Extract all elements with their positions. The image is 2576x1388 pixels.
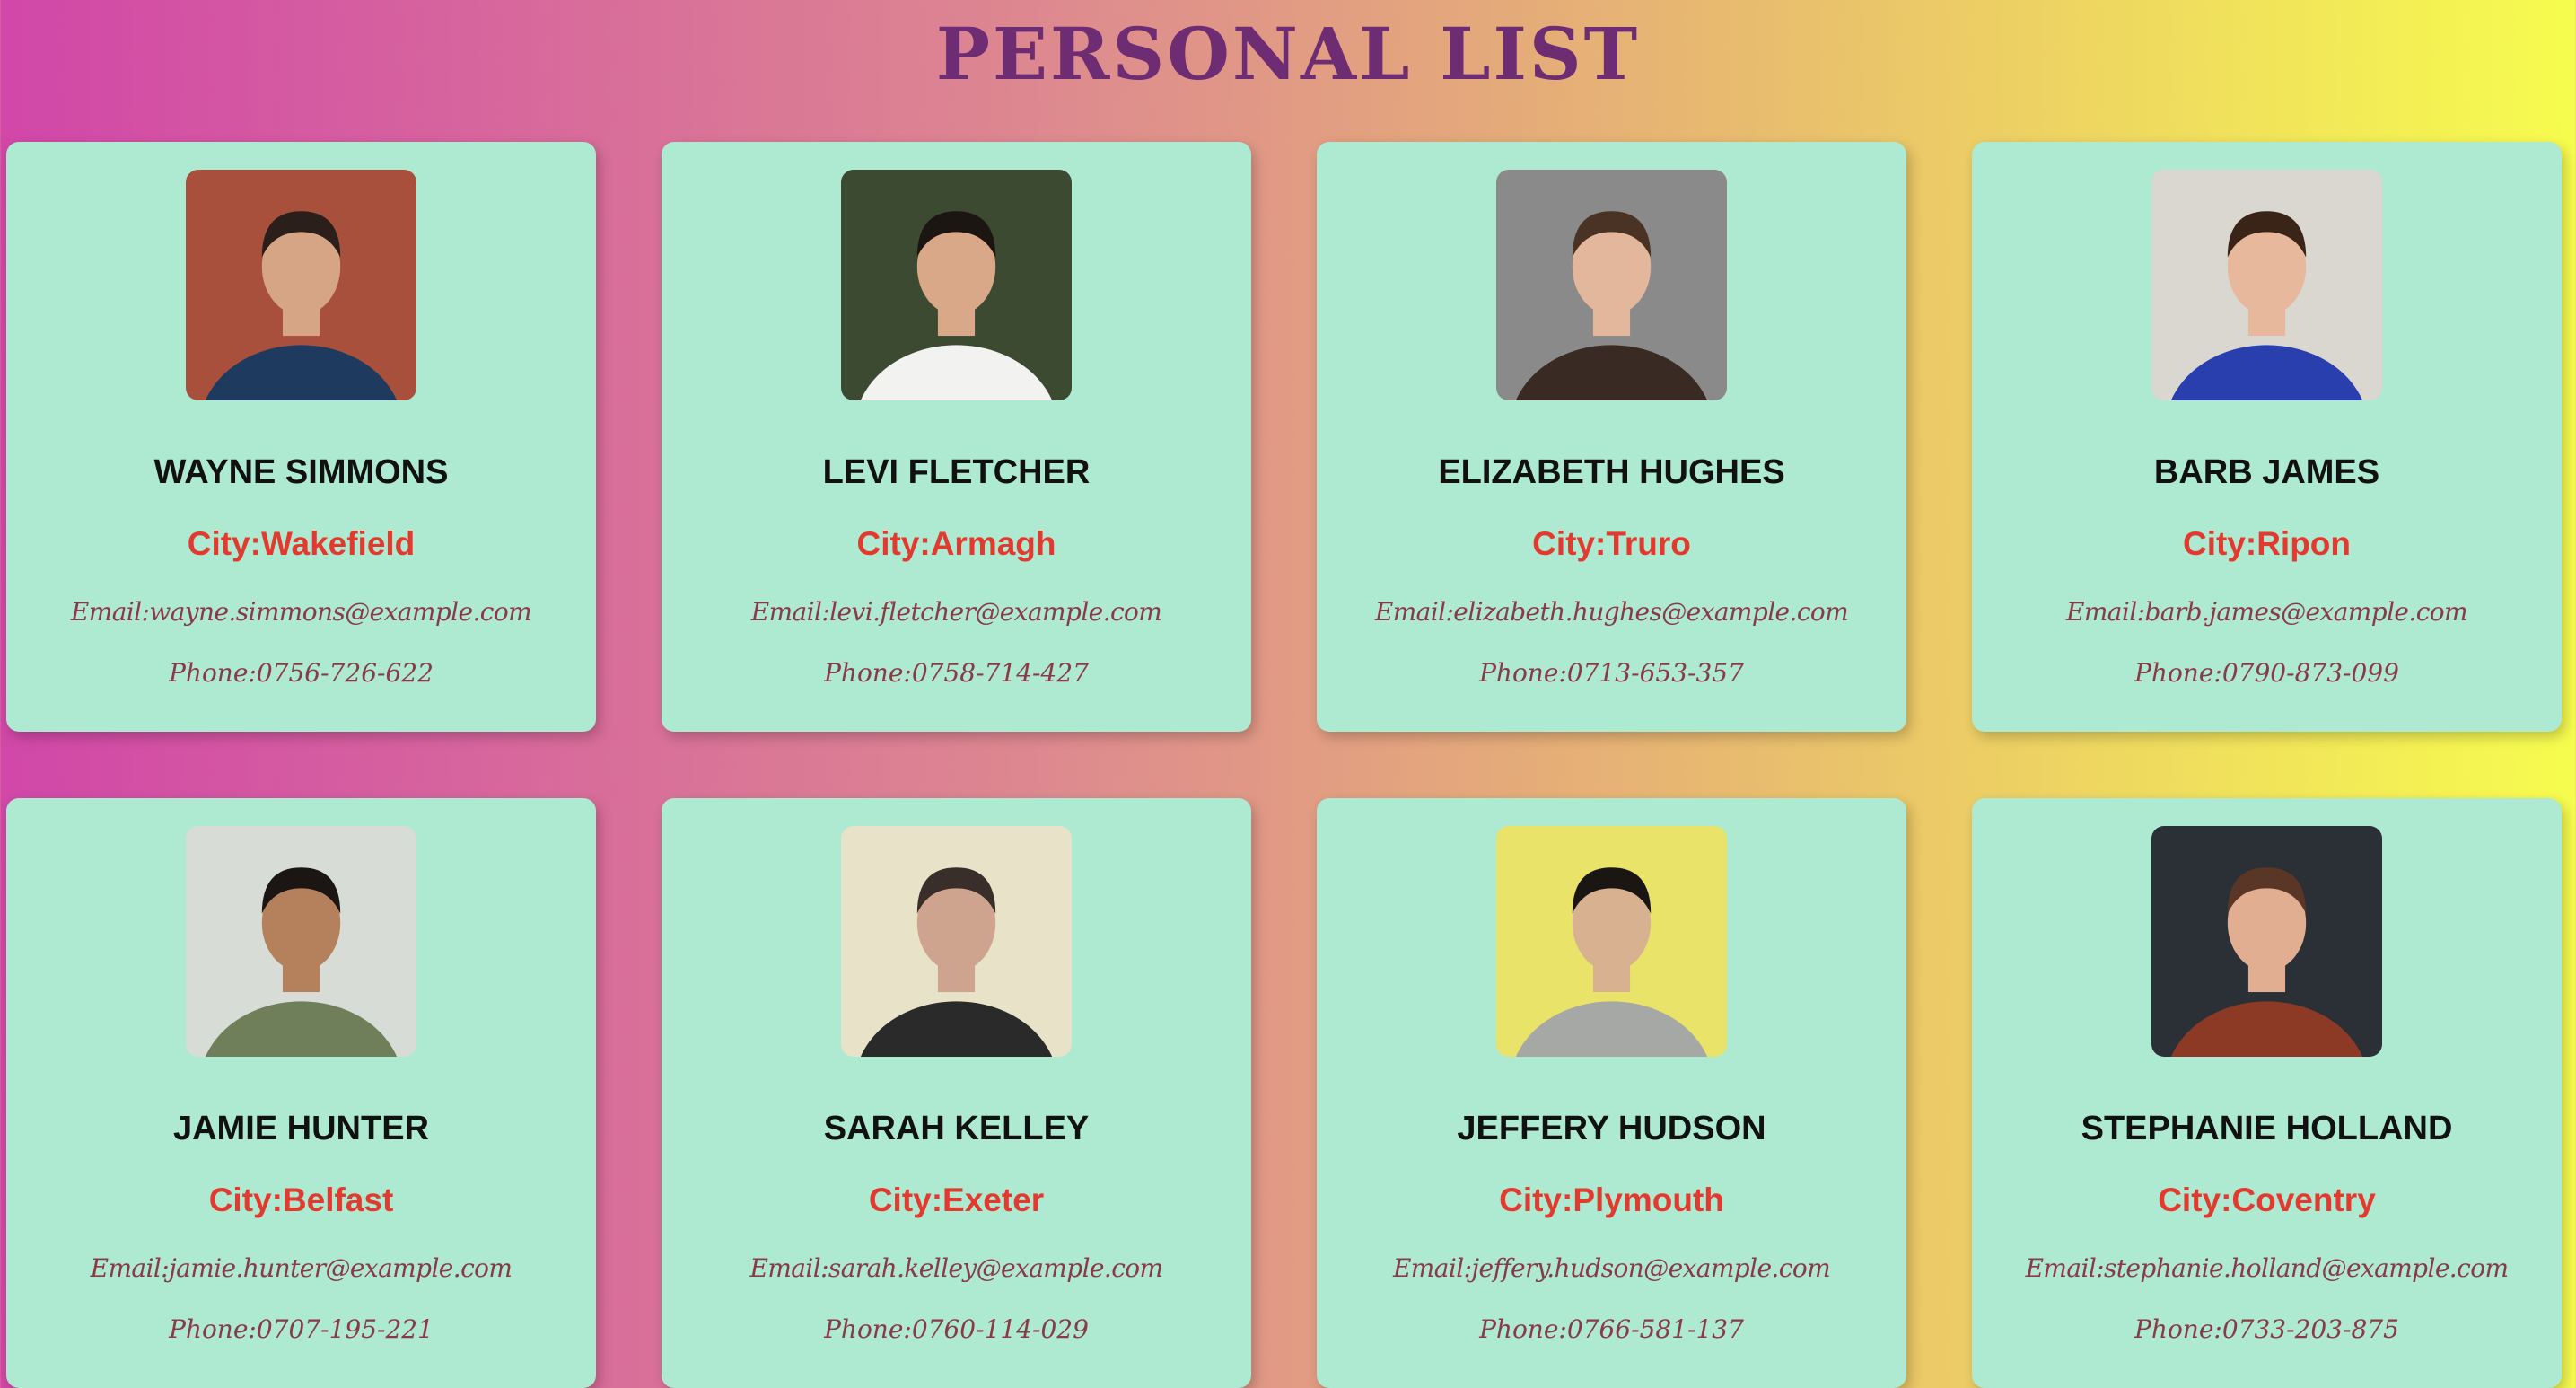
- person-card: JAMIE HUNTER City:Belfast Email:jamie.hu…: [6, 798, 596, 1388]
- person-email: Email:jeffery.hudson@example.com: [1392, 1253, 1831, 1283]
- person-phone: Phone:0733-203-875: [2134, 1314, 2399, 1344]
- person-phone: Phone:0758-714-427: [824, 658, 1089, 688]
- person-card-grid: WAYNE SIMMONS City:Wakefield Email:wayne…: [0, 0, 2576, 1388]
- person-phone: Phone:0790-873-099: [2134, 658, 2399, 688]
- person-photo: [186, 170, 416, 400]
- person-name: STEPHANIE HOLLAND: [2081, 1110, 2453, 1147]
- person-photo: [841, 170, 1072, 400]
- person-name: WAYNE SIMMONS: [153, 453, 449, 491]
- person-city: City:Plymouth: [1499, 1182, 1724, 1218]
- person-city: City:Ripon: [2182, 525, 2352, 562]
- person-photo: [841, 826, 1072, 1057]
- person-city: City:Belfast: [208, 1182, 394, 1218]
- person-city: City:Coventry: [2158, 1182, 2376, 1218]
- person-card: ELIZABETH HUGHES City:Truro Email:elizab…: [1317, 142, 1906, 732]
- person-photo: [1496, 826, 1727, 1057]
- person-email: Email:jamie.hunter@example.com: [90, 1253, 513, 1283]
- person-card: STEPHANIE HOLLAND City:Coventry Email:st…: [1972, 798, 2562, 1388]
- person-phone: Phone:0760-114-029: [824, 1314, 1089, 1344]
- person-email: Email:wayne.simmons@example.com: [70, 597, 532, 627]
- person-email: Email:sarah.kelley@example.com: [749, 1253, 1164, 1283]
- person-phone: Phone:0713-653-357: [1479, 658, 1744, 688]
- person-name: JEFFERY HUDSON: [1457, 1110, 1766, 1147]
- person-name: LEVI FLETCHER: [822, 453, 1091, 491]
- person-card: WAYNE SIMMONS City:Wakefield Email:wayne…: [6, 142, 596, 732]
- person-phone: Phone:0766-581-137: [1479, 1314, 1744, 1344]
- person-photo: [2151, 826, 2382, 1057]
- person-city: City:Exeter: [868, 1182, 1045, 1218]
- person-email: Email:barb.james@example.com: [2066, 597, 2468, 627]
- person-phone: Phone:0707-195-221: [169, 1314, 434, 1344]
- person-card: BARB JAMES City:Ripon Email:barb.james@e…: [1972, 142, 2562, 732]
- person-name: JAMIE HUNTER: [172, 1110, 430, 1147]
- person-city: City:Truro: [1532, 525, 1691, 562]
- person-phone: Phone:0756-726-622: [169, 658, 434, 688]
- person-card: LEVI FLETCHER City:Armagh Email:levi.fle…: [662, 142, 1251, 732]
- person-city: City:Wakefield: [187, 525, 416, 562]
- person-photo: [1496, 170, 1727, 400]
- person-email: Email:stephanie.holland@example.com: [2025, 1253, 2509, 1283]
- person-name: SARAH KELLEY: [823, 1110, 1090, 1147]
- person-photo: [2151, 170, 2382, 400]
- person-photo: [186, 826, 416, 1057]
- person-card: SARAH KELLEY City:Exeter Email:sarah.kel…: [662, 798, 1251, 1388]
- person-email: Email:elizabeth.hughes@example.com: [1374, 597, 1849, 627]
- person-name: BARB JAMES: [2153, 453, 2380, 491]
- person-email: Email:levi.fletcher@example.com: [750, 597, 1162, 627]
- person-card: JEFFERY HUDSON City:Plymouth Email:jeffe…: [1317, 798, 1906, 1388]
- person-city: City:Armagh: [856, 525, 1056, 562]
- person-name: ELIZABETH HUGHES: [1438, 453, 1785, 491]
